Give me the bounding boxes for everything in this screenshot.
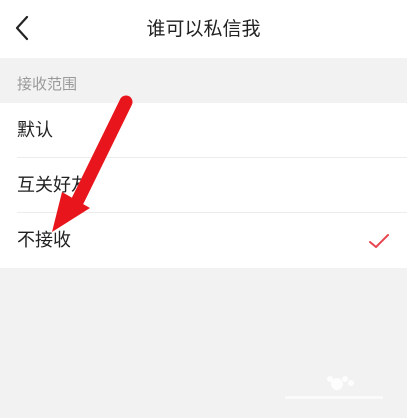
checkmark-icon xyxy=(369,234,389,248)
options-list: 默认 互关好友 不接收 xyxy=(0,103,407,268)
section-label: 接收范围 xyxy=(17,75,78,93)
option-row-mutual-friends[interactable]: 互关好友 xyxy=(0,158,407,213)
page-title: 谁可以私信我 xyxy=(146,18,261,40)
option-label: 不接收 xyxy=(17,230,71,251)
option-label: 默认 xyxy=(17,120,53,141)
top-bar: 谁可以私信我 xyxy=(0,0,407,58)
option-row-do-not-receive[interactable]: 不接收 xyxy=(0,213,407,268)
option-row-default[interactable]: 默认 xyxy=(0,103,407,158)
option-label: 互关好友 xyxy=(17,175,89,196)
baidu-watermark-logo xyxy=(279,368,389,404)
